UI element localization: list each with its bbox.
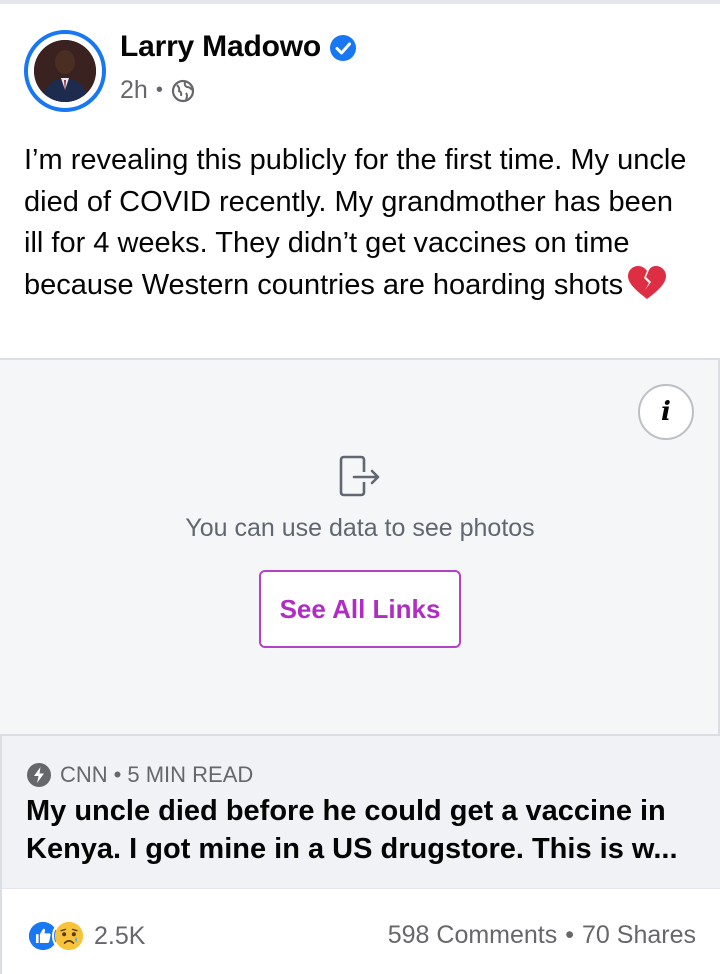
post-footer: 2.5K 598 Comments • 70 Shares [0,888,720,974]
meta-separator: • [155,79,163,101]
reactions-summary[interactable]: 2.5K [26,919,145,953]
data-message: You can use data to see photos [185,514,535,542]
avatar-photo [34,40,96,102]
broken-heart-icon [628,265,667,299]
post-time[interactable]: 2h [120,76,148,105]
comments-count[interactable]: 598 Comments [388,921,558,950]
post-meta: 2h • [120,76,195,105]
lightning-bolt-icon [27,763,51,787]
post-body: I’m revealing this publicly for the firs… [24,144,687,301]
post-text: I’m revealing this publicly for the firs… [24,140,694,306]
info-icon: i [661,397,671,427]
author-name[interactable]: Larry Madowo [120,30,321,64]
post-header: Larry Madowo 2h • [0,4,720,114]
globe-icon [171,79,194,102]
shares-count[interactable]: 70 Shares [582,921,696,950]
link-source: CNN • 5 MIN READ [26,762,253,788]
info-button[interactable]: i [638,384,694,440]
link-headline[interactable]: My uncle died before he could get a vacc… [26,792,706,868]
sad-reaction-icon [52,919,86,953]
stats-separator: • [565,921,575,949]
source-name: CNN [60,762,108,787]
source-separator: • [113,762,122,787]
link-preview[interactable]: CNN • 5 MIN READ My uncle died before he… [0,736,720,888]
verified-badge-icon [330,35,356,61]
author-avatar[interactable] [24,30,106,112]
see-all-links-button[interactable]: See All Links [259,570,461,648]
media-placeholder: i You can use data to see photos See All… [0,358,720,736]
read-time: 5 MIN READ [127,762,254,787]
exit-arrow-icon [339,455,380,497]
engagement-stats: 598 Comments • 70 Shares [388,921,696,950]
reaction-count: 2.5K [94,921,146,950]
